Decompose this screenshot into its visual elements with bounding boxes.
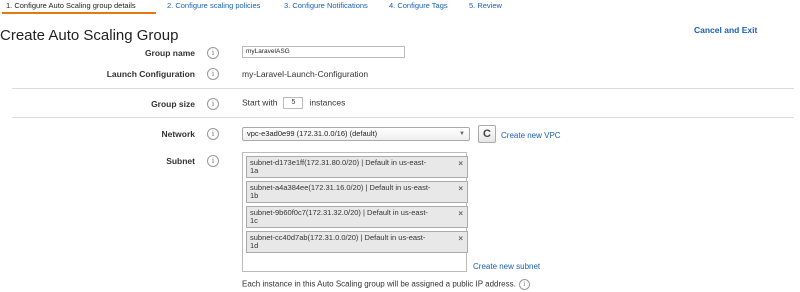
create-new-vpc-link[interactable]: Create new VPC — [501, 131, 561, 140]
public-ip-help-icon[interactable]: i — [518, 279, 530, 290]
subnet-chip: subnet-cc40d7ab(172.31.0.0/20) | Default… — [246, 231, 468, 253]
subnet-chip-text-az: 1a — [250, 166, 259, 175]
group-name-help-icon[interactable]: i — [207, 47, 219, 59]
remove-icon[interactable]: × — [458, 235, 463, 243]
group-size-help-icon[interactable]: i — [207, 98, 219, 110]
refresh-button[interactable]: C — [478, 125, 496, 143]
cancel-and-exit-link[interactable]: Cancel and Exit — [694, 25, 757, 35]
group-size-row: Start with 5 instances — [242, 97, 345, 109]
subnet-chip-text-az: 1c — [250, 216, 258, 225]
subnet-multiselect[interactable]: subnet-d173e1ff(172.31.80.0/20) | Defaul… — [242, 152, 468, 272]
tab-notifications[interactable]: 3. Configure Notifications — [280, 0, 372, 14]
group-name-label: Group name — [144, 48, 195, 58]
create-new-subnet-link[interactable]: Create new subnet — [473, 262, 540, 271]
subnet-chip-text: subnet-cc40d7ab(172.31.0.0/20) | Default… — [250, 233, 426, 242]
network-label: Network — [161, 129, 195, 139]
network-help-icon[interactable]: i — [207, 128, 219, 140]
divider — [12, 88, 794, 89]
launch-config-help-icon[interactable]: i — [207, 68, 219, 80]
public-ip-note-text: Each instance in this Auto Scaling group… — [242, 279, 516, 289]
subnet-chip-text-az: 1b — [250, 191, 259, 200]
group-size-label: Group size — [151, 99, 195, 109]
page-title: Create Auto Scaling Group — [0, 27, 179, 44]
subnet-chip: subnet-a4a384ee(172.31.16.0/20) | Defaul… — [246, 181, 468, 203]
subnet-chip: subnet-d173e1ff(172.31.80.0/20) | Defaul… — [246, 156, 468, 178]
remove-icon[interactable]: × — [458, 185, 463, 193]
group-name-input[interactable]: myLaravelASG — [242, 46, 405, 58]
remove-icon[interactable]: × — [458, 160, 463, 168]
subnet-chip-text: subnet-a4a384ee(172.31.16.0/20) | Defaul… — [250, 183, 431, 192]
group-size-input[interactable]: 5 — [283, 97, 304, 109]
tab-scaling-policies[interactable]: 2. Configure scaling policies — [163, 0, 264, 14]
chevron-down-icon: ▼ — [459, 131, 465, 137]
subnet-chip-text: subnet-9b60f0c7(172.31.32.0/20) | Defaul… — [250, 208, 428, 217]
remove-icon[interactable]: × — [458, 210, 463, 218]
group-size-suffix: instances — [309, 97, 346, 108]
group-size-prefix: Start with — [242, 97, 278, 108]
public-ip-note: Each instance in this Auto Scaling group… — [242, 279, 530, 290]
tab-review[interactable]: 5. Review — [465, 0, 506, 14]
tab-tags[interactable]: 4. Configure Tags — [385, 0, 452, 14]
tab-configure-details[interactable]: 1. Configure Auto Scaling group details — [2, 0, 156, 14]
subnet-chip-text: subnet-d173e1ff(172.31.80.0/20) | Defaul… — [250, 158, 427, 167]
subnet-help-icon[interactable]: i — [207, 155, 219, 167]
launch-config-label: Launch Configuration — [106, 69, 195, 79]
divider — [12, 117, 794, 118]
subnet-chip-text-az: 1d — [250, 241, 259, 250]
subnet-label: Subnet — [166, 156, 195, 166]
launch-config-value: my-Laravel-Launch-Configuration — [242, 69, 369, 79]
network-select-value: vpc-e3ad0e99 (172.31.0.0/16) (default) — [247, 129, 378, 138]
subnet-chip: subnet-9b60f0c7(172.31.32.0/20) | Defaul… — [246, 206, 468, 228]
network-select[interactable]: vpc-e3ad0e99 (172.31.0.0/16) (default) ▼ — [242, 127, 470, 141]
